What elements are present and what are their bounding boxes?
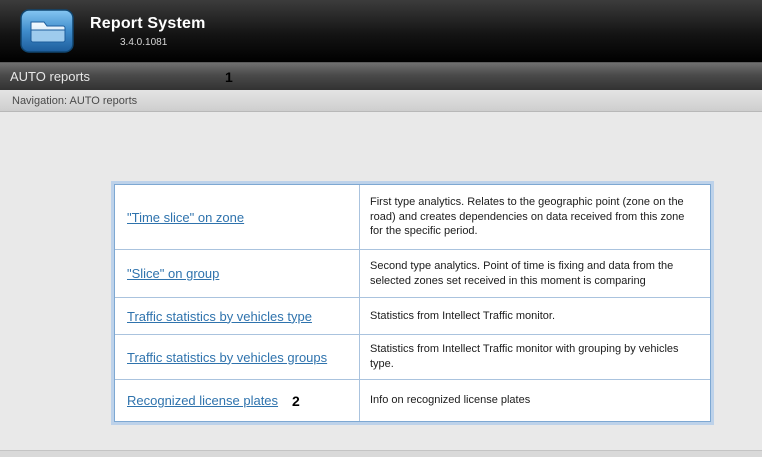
recognized-license-plates-link[interactable]: Recognized license plates — [127, 393, 278, 408]
report-link-cell: "Time slice" on zone — [115, 185, 360, 249]
table-row-slice-on-group: "Slice" on group Second type analytics. … — [115, 250, 710, 298]
callout-1: 1 — [225, 69, 233, 85]
content-area: "Time slice" on zone First type analytic… — [0, 112, 762, 456]
table-row-traffic-statistics-by-vehicles-groups: Traffic statistics by vehicles groups St… — [115, 335, 710, 380]
table-row-traffic-statistics-by-vehicles-type: Traffic statistics by vehicles type Stat… — [115, 298, 710, 335]
table-row-time-slice-on-zone: "Time slice" on zone First type analytic… — [115, 185, 710, 250]
breadcrumb: Navigation: AUTO reports — [0, 95, 137, 107]
description-text: First type analytics. Relates to the geo… — [370, 195, 698, 240]
menu-bar: AUTO reports 1 — [0, 62, 762, 90]
menu-item-auto-reports[interactable]: AUTO reports — [0, 63, 104, 90]
report-link-cell: Traffic statistics by vehicles type — [115, 298, 360, 334]
window-bottom-edge — [0, 450, 762, 457]
report-link-cell: Recognized license plates 2 — [115, 380, 360, 421]
traffic-statistics-by-vehicles-type-link[interactable]: Traffic statistics by vehicles type — [127, 309, 312, 324]
description-text: Info on recognized license plates — [370, 393, 530, 408]
traffic-statistics-by-vehicles-groups-link[interactable]: Traffic statistics by vehicles groups — [127, 350, 327, 365]
breadcrumb-bar: Navigation: AUTO reports — [0, 90, 762, 112]
time-slice-on-zone-link[interactable]: "Time slice" on zone — [127, 210, 244, 225]
callout-2: 2 — [292, 393, 300, 409]
report-system-logo-icon — [20, 9, 74, 53]
report-description: First type analytics. Relates to the geo… — [360, 185, 710, 249]
description-text: Second type analytics. Point of time is … — [370, 259, 698, 289]
reports-table: "Time slice" on zone First type analytic… — [114, 184, 711, 422]
description-text: Statistics from Intellect Traffic monito… — [370, 309, 555, 324]
report-link-cell: "Slice" on group — [115, 250, 360, 297]
report-description: Info on recognized license plates — [360, 380, 710, 421]
report-description: Second type analytics. Point of time is … — [360, 250, 710, 297]
report-description: Statistics from Intellect Traffic monito… — [360, 298, 710, 334]
report-description: Statistics from Intellect Traffic monito… — [360, 335, 710, 379]
app-version: 3.4.0.1081 — [120, 37, 206, 48]
slice-on-group-link[interactable]: "Slice" on group — [127, 266, 219, 281]
description-text: Statistics from Intellect Traffic monito… — [370, 342, 698, 372]
table-row-recognized-license-plates: Recognized license plates 2 Info on reco… — [115, 380, 710, 421]
app-title: Report System — [90, 15, 206, 33]
app-header: Report System 3.4.0.1081 — [0, 0, 762, 62]
report-link-cell: Traffic statistics by vehicles groups — [115, 335, 360, 379]
